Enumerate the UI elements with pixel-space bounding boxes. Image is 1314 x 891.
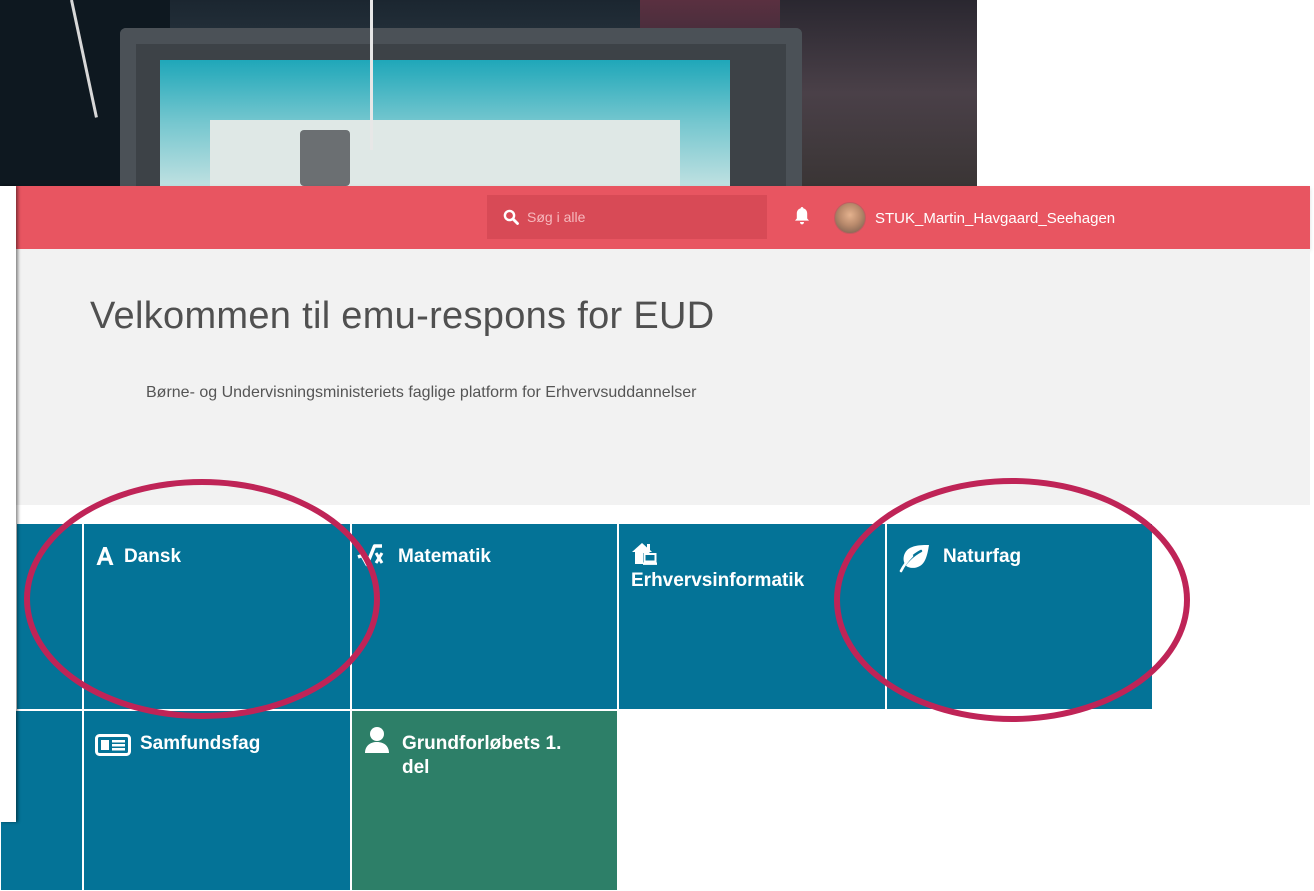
tile-label: Naturfag [943, 546, 1022, 567]
page-title: Velkommen til emu-respons for EUD [90, 295, 715, 337]
tile-label: Dansk [124, 546, 182, 567]
newspaper-icon [95, 734, 131, 756]
tile-dansk[interactable]: Dansk [83, 523, 351, 710]
username: STUK_Martin_Havgaard_Seehagen [875, 209, 1116, 227]
user-menu[interactable]: STUK_Martin_Havgaard_Seehagen [834, 202, 1115, 234]
tile-label: Grundforløbets 1. del [402, 733, 562, 778]
top-navigation-bar: ) STUK_Martin_Havgaard_Seehagen [0, 186, 1310, 249]
square-root-icon [357, 544, 384, 567]
avatar [834, 202, 866, 234]
tile-erhvervsinformatik[interactable]: Erhvervsinformatik [618, 523, 886, 710]
page-subtitle: Børne- og Undervisningsministeriets fagl… [146, 384, 697, 401]
tile-matematik[interactable]: Matematik [351, 523, 618, 710]
tile-label: Samfundsfag [140, 733, 261, 754]
hero-image [0, 0, 977, 186]
tile-cropped-left-row1[interactable] [16, 523, 83, 710]
welcome-panel: Velkommen til emu-respons for EUD Børne-… [16, 249, 1310, 505]
search-icon [503, 209, 519, 225]
tile-label: Erhvervsinformatik [631, 570, 805, 591]
tile-samfundsfag[interactable]: Samfundsfag [83, 710, 351, 891]
leaf-icon [899, 545, 929, 573]
tile-grundforloeb[interactable]: Grundforløbets 1. del [351, 710, 618, 891]
search-box[interactable] [487, 195, 767, 239]
tile-label: Matematik [398, 546, 491, 567]
bell-icon[interactable] [794, 206, 810, 226]
user-icon [365, 727, 389, 753]
home-computer-icon [632, 543, 657, 565]
letter-a-icon [96, 547, 114, 565]
search-input[interactable] [525, 208, 749, 226]
overlapping-window-edge [0, 186, 16, 822]
tile-naturfag[interactable]: Naturfag [886, 523, 1153, 710]
